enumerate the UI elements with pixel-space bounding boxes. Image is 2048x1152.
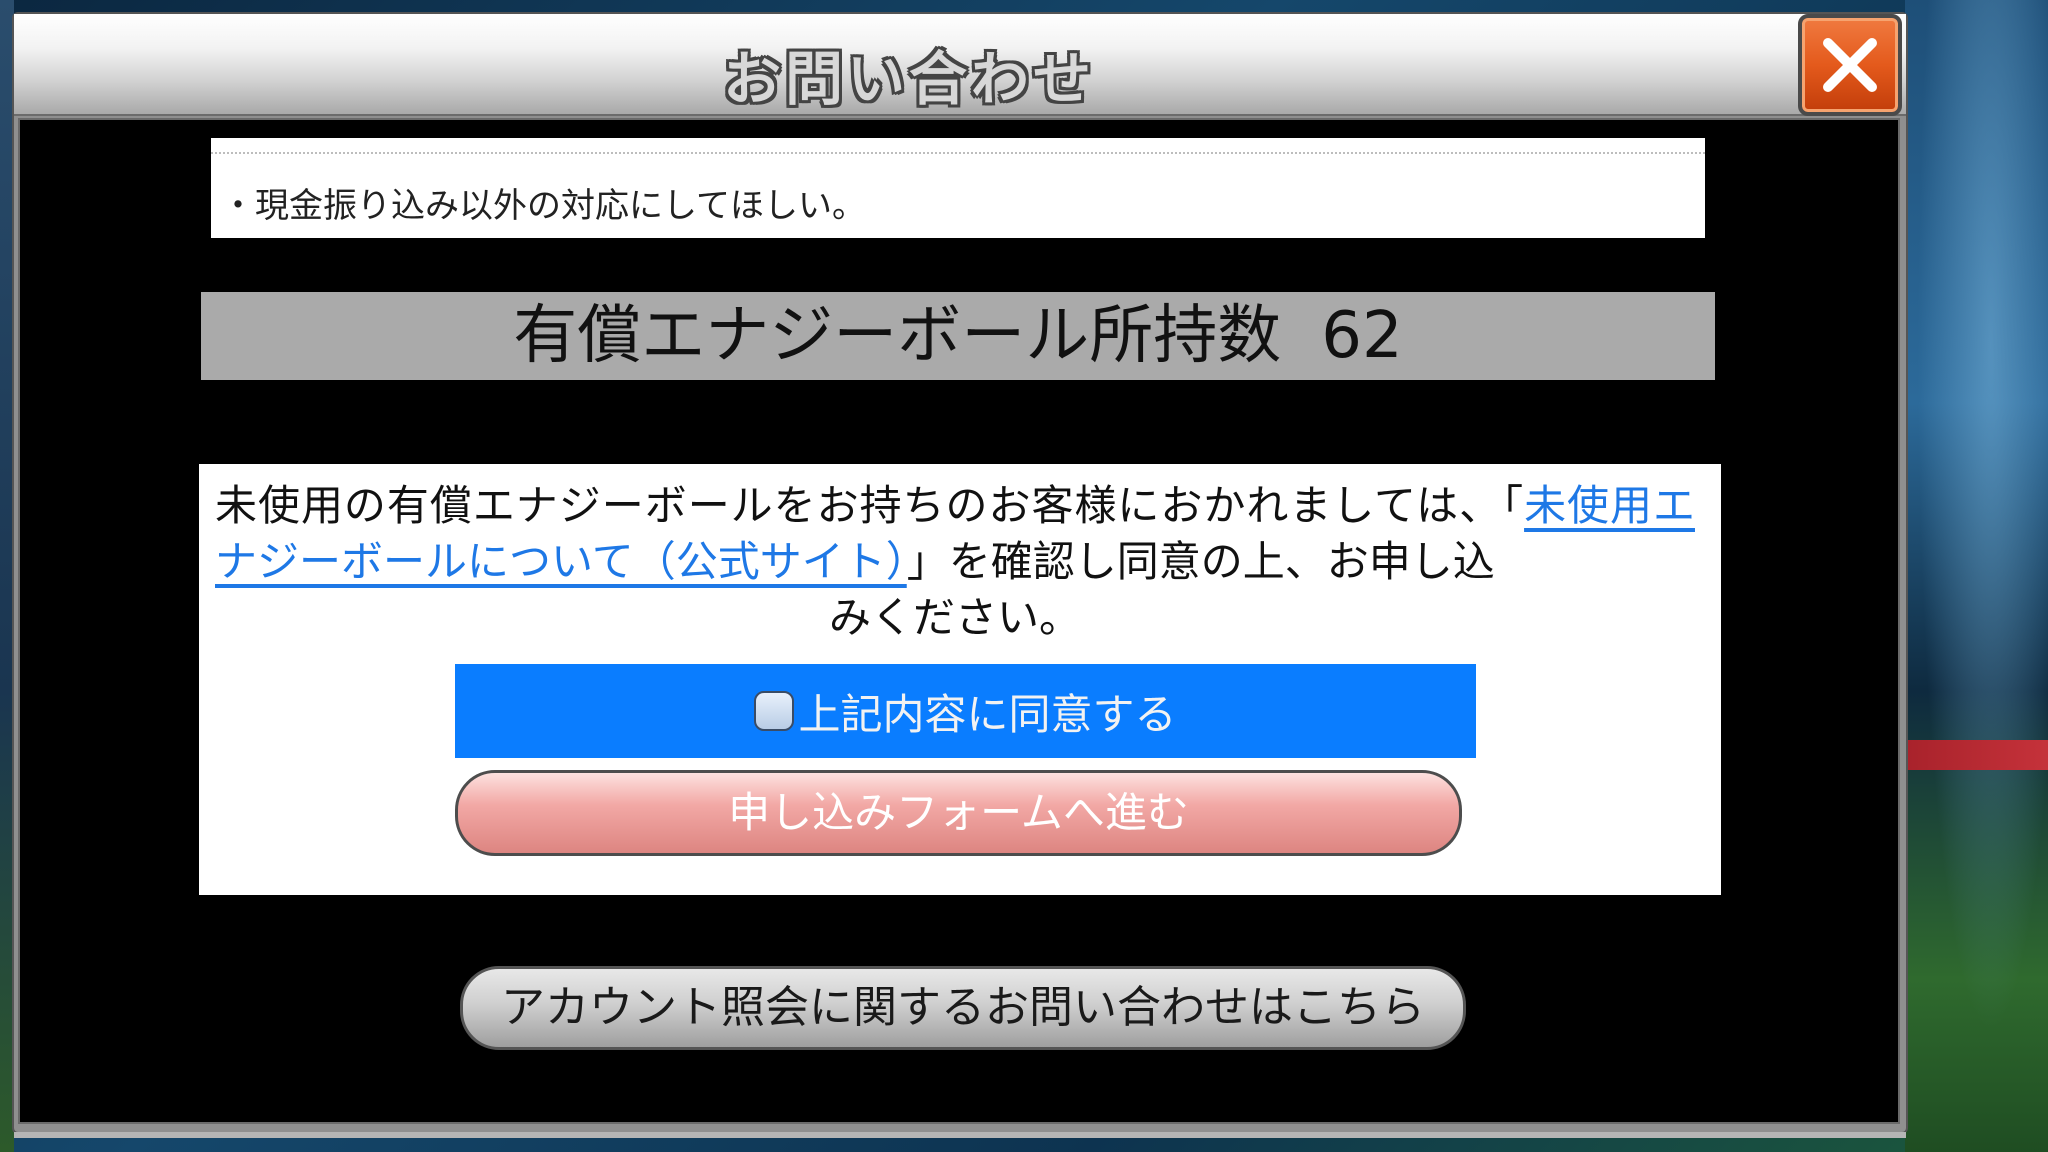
- energy-count-value: 62: [1321, 299, 1403, 373]
- notice-box: ・現金振り込み以外の対応にしてほしい。: [211, 138, 1705, 238]
- notice-text: ・現金振り込み以外の対応にしてほしい。: [221, 186, 866, 226]
- agree-label: 上記内容に同意する: [798, 689, 1177, 739]
- proceed-to-form-button[interactable]: 申し込みフォームへ進む: [455, 770, 1462, 856]
- dialog-titlebar: お問い合わせ: [14, 14, 1906, 116]
- account-inquiry-button[interactable]: アカウント照会に関するお問い合わせはこちら: [460, 966, 1466, 1050]
- dialog-frame-bottom: [14, 1132, 1906, 1138]
- consent-text: 未使用の有償エナジーボールをお持ちのお客様におかれましては、「未使用エナジーボー…: [215, 478, 1695, 646]
- agree-toggle[interactable]: 上記内容に同意する: [455, 664, 1476, 758]
- dialog-content: ・現金振り込み以外の対応にしてほしい。 有償エナジーボール所持数 62 未使用の有…: [18, 118, 1900, 1124]
- consent-box: 未使用の有償エナジーボールをお持ちのお客様におかれましては、「未使用エナジーボー…: [199, 464, 1721, 895]
- dialog-title: お問い合わせ: [722, 45, 1095, 113]
- stadium-background: [1905, 0, 2048, 1152]
- energy-count-label: 有償エナジーボール所持数: [513, 299, 1282, 373]
- paid-energy-ball-count: 有償エナジーボール所持数 62: [201, 292, 1715, 380]
- ad-board: [1905, 740, 2048, 770]
- agree-checkbox[interactable]: [754, 691, 795, 731]
- consent-text-after: 」を確認し同意の上、お申し込: [906, 537, 1495, 586]
- divider: [211, 152, 1705, 154]
- inquiry-dialog: お問い合わせ ・現金振り込み以外の対応にしてほしい。 有償エナジーボール所持数 6…: [14, 14, 1906, 1132]
- close-button[interactable]: [1798, 14, 1902, 116]
- consent-text-last-line: みください。: [828, 593, 1081, 642]
- consent-text-before: 未使用の有償エナジーボールをお持ちのお客様におかれましては、「: [215, 481, 1525, 530]
- background-left: [0, 0, 14, 1152]
